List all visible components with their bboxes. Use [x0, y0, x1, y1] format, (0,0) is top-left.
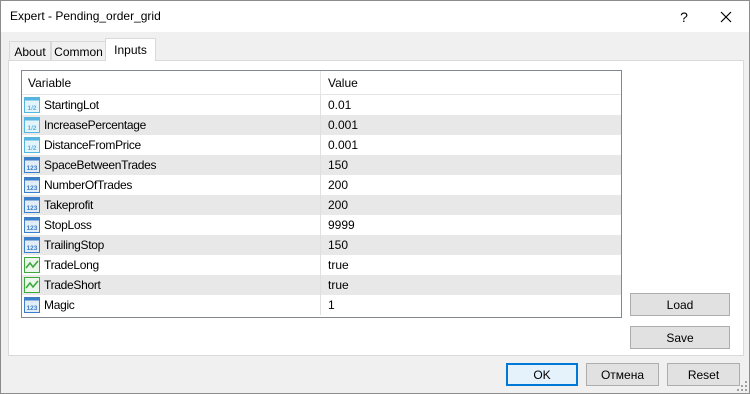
reset-button[interactable]: Reset: [667, 363, 740, 386]
variable-cell[interactable]: 123 StopLoss: [22, 215, 321, 235]
boolean-type-icon: [24, 277, 40, 293]
grid-header: Variable Value: [22, 71, 621, 95]
ok-button[interactable]: OK: [506, 363, 578, 386]
load-button[interactable]: Load: [630, 293, 730, 316]
variable-name: SpaceBetweenTrades: [44, 158, 157, 172]
title-bar[interactable]: Expert - Pending_order_grid ?: [1, 1, 749, 32]
integer-type-icon: 123: [24, 237, 40, 253]
value-cell[interactable]: 1: [328, 298, 335, 312]
variable-name: IncreasePercentage: [44, 118, 147, 132]
value-cell[interactable]: 150: [328, 238, 348, 252]
cancel-button[interactable]: Отмена: [586, 363, 659, 386]
value-cell[interactable]: 200: [328, 178, 348, 192]
value-cell[interactable]: 150: [328, 158, 348, 172]
inputs-grid: Variable Value 1/2 StartingLot 0.01 1/2 Incr…: [21, 70, 622, 318]
svg-text:123: 123: [27, 165, 38, 172]
table-row[interactable]: 1/2 StartingLot 0.01: [22, 95, 621, 115]
table-row[interactable]: 123 Takeprofit 200: [22, 195, 621, 215]
table-row[interactable]: 1/2 DistanceFromPrice 0.001: [22, 135, 621, 155]
tab-common[interactable]: Common: [51, 41, 106, 61]
variable-cell[interactable]: TradeLong: [22, 255, 321, 275]
table-row[interactable]: 123 StopLoss 9999: [22, 215, 621, 235]
table-row[interactable]: TradeLong true: [22, 255, 621, 275]
grid-rows: 1/2 StartingLot 0.01 1/2 IncreasePercentage 0…: [22, 95, 621, 315]
svg-text:123: 123: [27, 305, 38, 312]
variable-cell[interactable]: TradeShort: [22, 275, 321, 295]
variable-name: StopLoss: [44, 218, 92, 232]
value-cell[interactable]: 9999: [328, 218, 355, 232]
table-row[interactable]: 123 TrailingStop 150: [22, 235, 621, 255]
integer-type-icon: 123: [24, 157, 40, 173]
double-type-icon: 1/2: [24, 137, 40, 153]
tab-inputs[interactable]: Inputs: [105, 38, 156, 61]
variable-cell[interactable]: 123 TrailingStop: [22, 235, 321, 255]
close-icon: [720, 11, 732, 22]
variable-name: TrailingStop: [44, 238, 104, 252]
svg-text:1/2: 1/2: [27, 145, 36, 152]
variable-cell[interactable]: 123 NumberOfTrades: [22, 175, 321, 195]
resize-grip-icon[interactable]: [737, 381, 747, 391]
variable-name: NumberOfTrades: [44, 178, 133, 192]
table-row[interactable]: 123 SpaceBetweenTrades 150: [22, 155, 621, 175]
expert-properties-dialog: Expert - Pending_order_grid ? About Comm…: [0, 0, 750, 394]
help-button[interactable]: ?: [664, 1, 704, 32]
value-cell[interactable]: 200: [328, 198, 348, 212]
svg-text:1/2: 1/2: [27, 125, 36, 132]
variable-cell[interactable]: 123 SpaceBetweenTrades: [22, 155, 321, 175]
value-cell[interactable]: 0.001: [328, 138, 358, 152]
value-cell[interactable]: true: [328, 278, 349, 292]
table-row[interactable]: 123 Magic 1: [22, 295, 621, 315]
tab-about-label: About: [14, 44, 46, 59]
column-header-value[interactable]: Value: [321, 71, 621, 95]
integer-type-icon: 123: [24, 217, 40, 233]
integer-type-icon: 123: [24, 297, 40, 313]
tab-about[interactable]: About: [9, 41, 51, 61]
boolean-type-icon: [24, 257, 40, 273]
variable-name: Takeprofit: [44, 198, 94, 212]
integer-type-icon: 123: [24, 197, 40, 213]
variable-name: TradeShort: [44, 278, 101, 292]
variable-name: StartingLot: [44, 98, 99, 112]
value-cell[interactable]: 0.01: [328, 98, 351, 112]
inputs-panel: Variable Value 1/2 StartingLot 0.01 1/2 Incr…: [8, 60, 744, 356]
value-cell[interactable]: true: [328, 258, 349, 272]
svg-text:123: 123: [27, 205, 38, 212]
integer-type-icon: 123: [24, 177, 40, 193]
variable-name: TradeLong: [44, 258, 99, 272]
variable-cell[interactable]: 123 Takeprofit: [22, 195, 321, 215]
svg-text:123: 123: [27, 245, 38, 252]
value-cell[interactable]: 0.001: [328, 118, 358, 132]
tab-inputs-label: Inputs: [114, 43, 147, 57]
variable-name: Magic: [44, 298, 75, 312]
close-button[interactable]: [706, 1, 746, 32]
table-row[interactable]: 123 NumberOfTrades 200: [22, 175, 621, 195]
table-row[interactable]: TradeShort true: [22, 275, 621, 295]
column-header-variable[interactable]: Variable: [22, 71, 321, 95]
tab-common-label: Common: [54, 44, 103, 59]
variable-cell[interactable]: 1/2 DistanceFromPrice: [22, 135, 321, 155]
svg-text:123: 123: [27, 185, 38, 192]
variable-cell[interactable]: 123 Magic: [22, 295, 321, 315]
variable-cell[interactable]: 1/2 IncreasePercentage: [22, 115, 321, 135]
svg-text:1/2: 1/2: [27, 105, 36, 112]
window-title: Expert - Pending_order_grid: [10, 9, 161, 23]
svg-text:123: 123: [27, 225, 38, 232]
help-icon: ?: [680, 8, 688, 25]
double-type-icon: 1/2: [24, 97, 40, 113]
double-type-icon: 1/2: [24, 117, 40, 133]
variable-cell[interactable]: 1/2 StartingLot: [22, 95, 321, 115]
table-row[interactable]: 1/2 IncreasePercentage 0.001: [22, 115, 621, 135]
save-button[interactable]: Save: [630, 326, 730, 349]
variable-name: DistanceFromPrice: [44, 138, 141, 152]
